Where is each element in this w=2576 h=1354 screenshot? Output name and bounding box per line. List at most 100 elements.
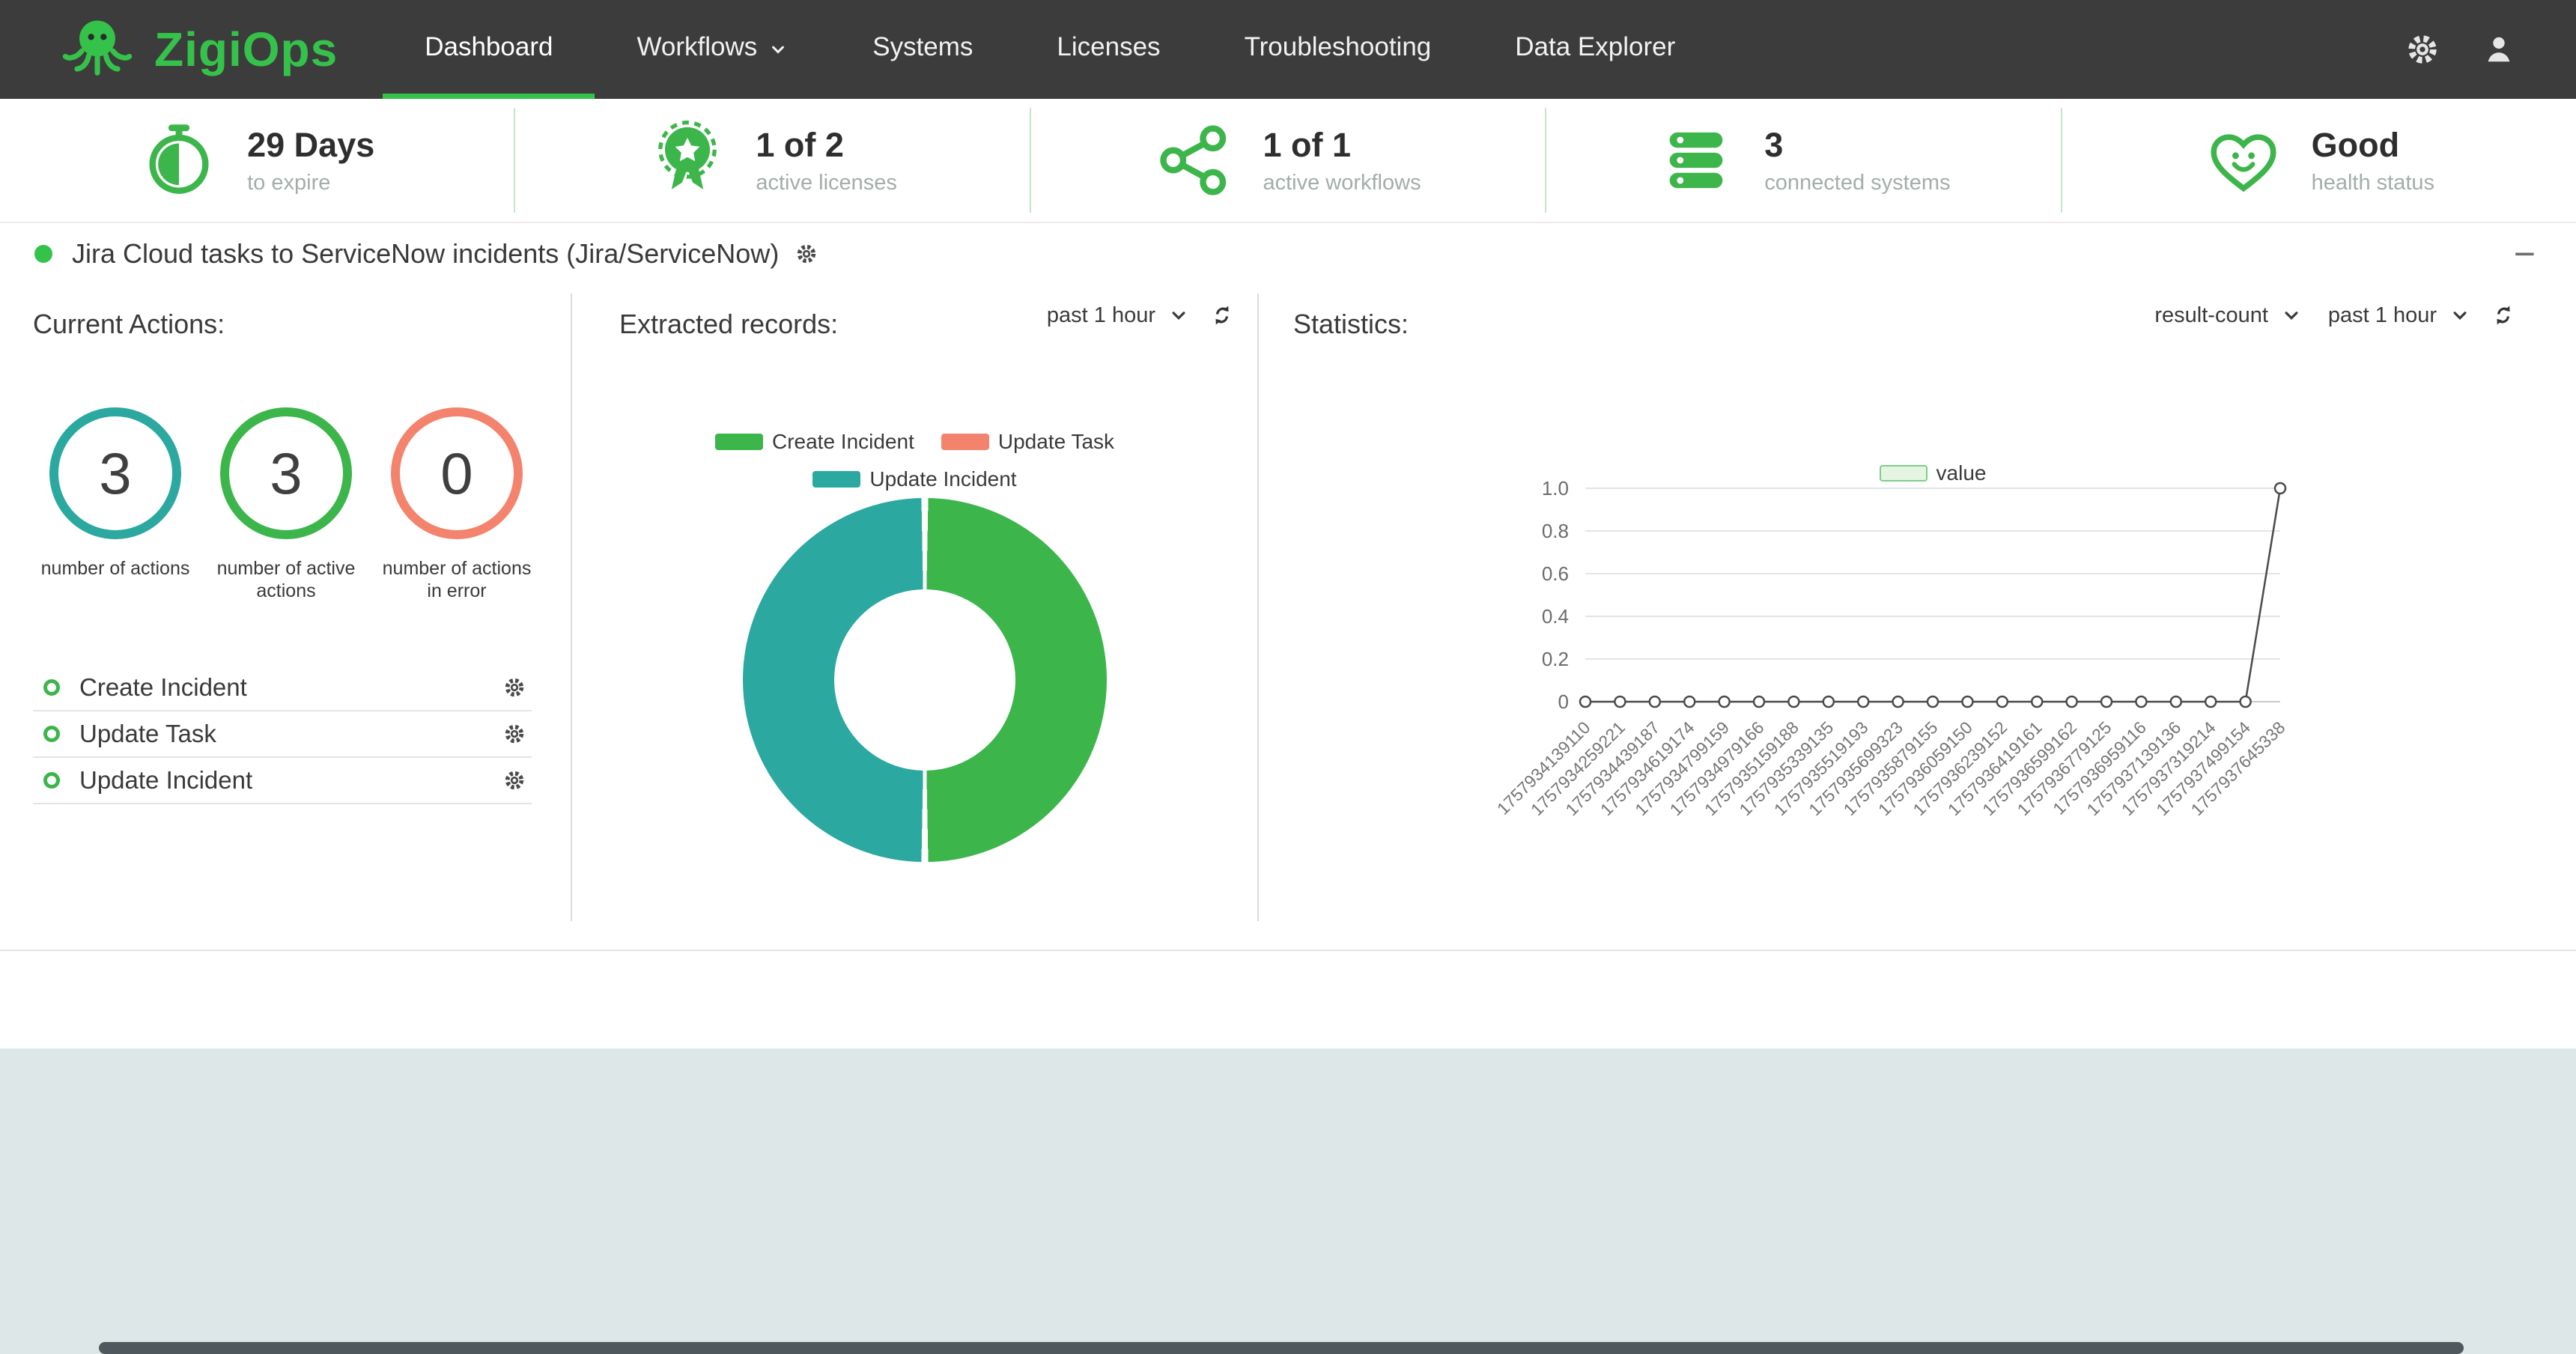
nav-label: Workflows <box>637 32 757 62</box>
legend-row: Update Incident <box>805 467 1024 491</box>
action-label: Create Incident <box>79 673 247 702</box>
legend-swatch <box>715 434 763 450</box>
action-counters: 3 number of actions 3 number of active a… <box>33 407 539 602</box>
systems-stack-icon <box>1656 121 1736 200</box>
stat-connected-systems: 3 connected systems <box>1546 108 2062 213</box>
counter-label: number of actions in error <box>374 557 539 602</box>
nav-label: Troubleshooting <box>1245 32 1432 62</box>
counter-value: 0 <box>440 440 473 508</box>
user-profile-icon[interactable] <box>2482 32 2516 67</box>
horizontal-scrollbar[interactable] <box>99 1342 2464 1354</box>
action-label: Update Incident <box>79 766 252 795</box>
statistics-panel: Statistics: result-count past 1 hour val… <box>1259 309 2576 923</box>
legend-label: Update Task <box>998 430 1114 454</box>
stat-value: 3 <box>1764 126 1950 165</box>
statistics-filters: result-count past 1 hour <box>2154 303 2516 328</box>
collapse-panel-icon[interactable]: − <box>2508 235 2542 273</box>
refresh-icon[interactable] <box>2491 303 2516 328</box>
nav-item-systems[interactable]: Systems <box>830 0 1015 99</box>
stat-value: 1 of 1 <box>1263 126 1421 165</box>
action-row-update-incident[interactable]: Update Incident <box>33 758 532 804</box>
nav-right <box>2405 0 2576 99</box>
zigiops-logo-icon <box>60 12 135 87</box>
action-status-icon <box>43 726 60 742</box>
workflow-status-dot <box>34 245 52 263</box>
legend-item-update-task: Update Task <box>941 430 1114 454</box>
chevron-down-icon <box>768 34 789 60</box>
brand[interactable]: ZigiOps <box>0 0 338 99</box>
extracted-records-title: Extracted records: <box>619 309 838 340</box>
counter-label: number of active actions <box>204 557 368 602</box>
nav-item-troubleshooting[interactable]: Troubleshooting <box>1203 0 1474 99</box>
time-filter-dropdown[interactable]: past 1 hour <box>1047 303 1155 328</box>
stopwatch-icon <box>139 121 219 200</box>
action-settings-icon[interactable] <box>503 769 526 792</box>
svg-text:0.4: 0.4 <box>1542 605 1569 628</box>
extracted-records-filters: past 1 hour <box>1047 303 1235 328</box>
svg-text:0.6: 0.6 <box>1542 562 1569 585</box>
action-list: Create Incident Update Task Update Incid… <box>33 665 532 804</box>
stat-label: active workflows <box>1263 171 1421 195</box>
settings-gear-icon[interactable] <box>2405 32 2440 67</box>
extracted-records-panel: Extracted records: past 1 hour Create In… <box>572 309 1257 923</box>
license-badge-icon <box>648 121 727 200</box>
section-divider <box>0 950 2576 951</box>
action-row-create-incident[interactable]: Create Incident <box>33 665 532 711</box>
extracted-records-donut-chart <box>743 498 1107 862</box>
donut-hole <box>834 589 1015 771</box>
legend-label: Update Incident <box>869 467 1016 491</box>
nav-label: Systems <box>872 32 973 62</box>
stat-label: to expire <box>247 171 374 195</box>
current-actions-title: Current Actions: <box>33 309 539 340</box>
statistics-line-chart: 00.20.40.60.81.0175793413911017579342592… <box>1259 478 2576 897</box>
legend-item-update-incident: Update Incident <box>812 467 1016 491</box>
legend-swatch <box>812 471 860 488</box>
svg-text:0.2: 0.2 <box>1542 648 1569 670</box>
legend-row: Create Incident Update Task <box>708 430 1122 454</box>
stat-active-workflows: 1 of 1 active workflows <box>1031 108 1546 213</box>
workflow-settings-icon[interactable] <box>795 243 818 265</box>
action-status-icon <box>43 772 60 789</box>
svg-text:1.0: 1.0 <box>1542 478 1569 500</box>
svg-text:0: 0 <box>1558 690 1569 713</box>
stat-label: connected systems <box>1764 171 1950 195</box>
counter-active-actions: 3 number of active actions <box>204 407 368 602</box>
health-heart-icon <box>2204 121 2283 200</box>
chevron-down-icon[interactable] <box>2280 304 2303 327</box>
nav-item-data-explorer[interactable]: Data Explorer <box>1473 0 1717 99</box>
workflow-nodes-icon <box>1155 121 1234 200</box>
counter-number-of-actions: 3 number of actions <box>33 407 198 602</box>
nav-item-workflows[interactable]: Workflows <box>595 0 830 99</box>
svg-text:0.8: 0.8 <box>1542 520 1569 542</box>
counter-value: 3 <box>270 440 302 508</box>
time-filter-dropdown[interactable]: past 1 hour <box>2328 303 2437 328</box>
refresh-icon[interactable] <box>1209 303 1235 328</box>
legend-item-create-incident: Create Incident <box>715 430 914 454</box>
action-row-update-task[interactable]: Update Task <box>33 711 532 758</box>
nav-label: Data Explorer <box>1515 32 1675 62</box>
stat-label: active licenses <box>756 171 897 195</box>
counter-value: 3 <box>99 440 131 508</box>
nav-item-dashboard[interactable]: Dashboard <box>383 0 595 99</box>
chevron-down-icon[interactable] <box>2449 304 2471 327</box>
current-actions-panel: Current Actions: 3 number of actions 3 n… <box>33 309 539 804</box>
action-settings-icon[interactable] <box>503 676 526 699</box>
counter-ring: 0 <box>391 407 523 539</box>
action-status-icon <box>43 679 60 696</box>
stat-label: health status <box>2312 171 2434 195</box>
counter-ring: 3 <box>49 407 181 539</box>
workflow-title: Jira Cloud tasks to ServiceNow incidents… <box>72 238 779 270</box>
nav-item-licenses[interactable]: Licenses <box>1015 0 1202 99</box>
stat-license-expiry: 29 Days to expire <box>0 108 515 213</box>
nav-label: Licenses <box>1057 32 1160 62</box>
statistics-title: Statistics: <box>1293 309 1409 340</box>
legend-swatch <box>941 434 989 450</box>
metric-filter-dropdown[interactable]: result-count <box>2154 303 2268 328</box>
counter-ring: 3 <box>220 407 352 539</box>
zigiops-dashboard: ZigiOps Dashboard Workflows Systems Lice… <box>0 0 2576 1354</box>
chevron-down-icon[interactable] <box>1167 304 1190 327</box>
stat-health-status: Good health status <box>2062 108 2576 213</box>
action-settings-icon[interactable] <box>503 723 526 745</box>
workflow-header-row: Jira Cloud tasks to ServiceNow incidents… <box>0 226 2576 282</box>
donut-legend: Create Incident Update Task Update Incid… <box>572 430 1257 491</box>
